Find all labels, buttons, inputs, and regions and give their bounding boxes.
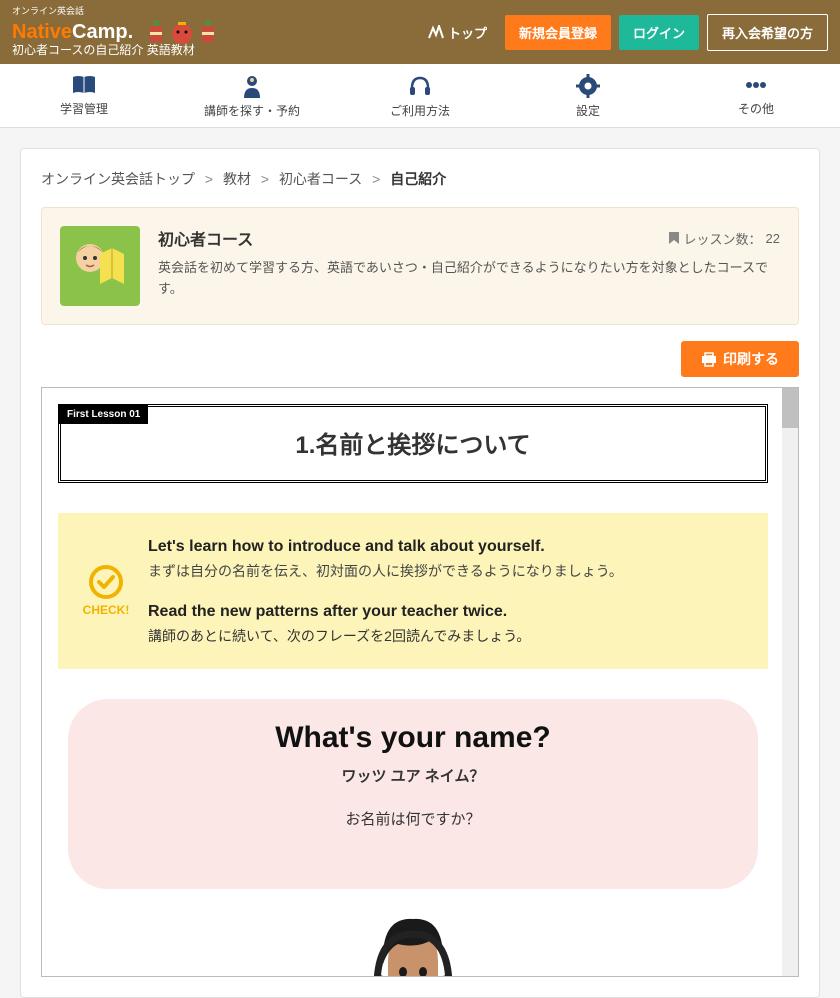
course-thumbnail [60, 226, 140, 306]
bubble-question: What's your name? [88, 721, 738, 755]
course-info-box: 初心者コース レッスン数： 22 英会話を初めて学習する方、英語であいさつ・自己… [41, 207, 799, 325]
headset-icon [407, 74, 433, 98]
lesson-title: 1.名前と挨拶について [71, 425, 755, 460]
rejoin-button[interactable]: 再入会希望の方 [707, 14, 828, 51]
book-icon [71, 74, 97, 96]
course-description: 英会話を初めて学習する方、英語であいさつ・自己紹介ができるようになりたい方を対象… [158, 258, 780, 300]
nav-study-management[interactable]: 学習管理 [0, 64, 168, 127]
register-button[interactable]: 新規会員登録 [505, 15, 611, 50]
logo-tagline: オンライン英会話 [12, 4, 84, 17]
header-buttons: トップ 新規会員登録 ログイン 再入会希望の方 [428, 14, 828, 51]
teacher-image [58, 909, 768, 977]
content-card: オンライン英会話トップ > 教材 > 初心者コース > 自己紹介 [20, 148, 820, 998]
nav-settings[interactable]: 設定 [504, 64, 672, 127]
nav-other[interactable]: その他 [672, 64, 840, 127]
bubble-japanese: お名前は何ですか？ [88, 808, 738, 829]
check-left: CHECK! [76, 533, 136, 649]
scrollbar[interactable] [782, 388, 798, 976]
breadcrumb-link[interactable]: 初心者コース [279, 171, 362, 187]
main-nav: 学習管理 講師を探す・予約 ご利用方法 設定 その他 [0, 64, 840, 128]
course-info: 初心者コース レッスン数： 22 英会話を初めて学習する方、英語であいさつ・自己… [158, 226, 780, 300]
bookmark-icon [668, 231, 680, 245]
page-subtitle: 初心者コースの自己紹介 英語教材 [12, 41, 195, 58]
top-icon [428, 25, 444, 39]
scrollbar-thumb[interactable] [782, 388, 798, 428]
lesson-badge: First Lesson 01 [59, 405, 148, 424]
breadcrumb-current: 自己紹介 [390, 171, 446, 187]
lesson-content: First Lesson 01 1.名前と挨拶について CHECK! Let's… [42, 388, 798, 977]
speech-bubble: What's your name? ワッツ ユア ネイム？ お名前は何ですか？ [68, 699, 758, 889]
check-text: Let's learn how to introduce and talk ab… [148, 533, 750, 649]
course-title: 初心者コース [158, 226, 253, 250]
breadcrumb-link[interactable]: 教材 [223, 171, 251, 187]
gear-icon [576, 74, 600, 98]
login-button[interactable]: ログイン [619, 15, 699, 50]
teacher-icon [239, 74, 265, 98]
breadcrumb-link[interactable]: オンライン英会話トップ [41, 171, 195, 187]
print-button[interactable]: 印刷する [681, 341, 799, 377]
top-header: オンライン英会話 NativeCamp. 初心者コースの自己紹介 英語教材 トッ… [0, 0, 840, 64]
check-circle-icon [89, 565, 123, 599]
top-link[interactable]: トップ [428, 23, 487, 42]
check-box: CHECK! Let's learn how to introduce and … [58, 513, 768, 669]
dots-icon [743, 74, 769, 96]
bubble-katakana: ワッツ ユア ネイム？ [88, 765, 738, 786]
breadcrumb: オンライン英会話トップ > 教材 > 初心者コース > 自己紹介 [41, 169, 799, 189]
lesson-title-box: First Lesson 01 1.名前と挨拶について [58, 404, 768, 483]
check-label: CHECK! [83, 603, 130, 617]
lesson-count: レッスン数： 22 [668, 229, 780, 248]
nav-find-teacher[interactable]: 講師を探す・予約 [168, 64, 336, 127]
lesson-viewer: First Lesson 01 1.名前と挨拶について CHECK! Let's… [41, 387, 799, 977]
nav-usage[interactable]: ご利用方法 [336, 64, 504, 127]
main-area: オンライン英会話トップ > 教材 > 初心者コース > 自己紹介 [0, 128, 840, 998]
print-icon [701, 352, 717, 367]
